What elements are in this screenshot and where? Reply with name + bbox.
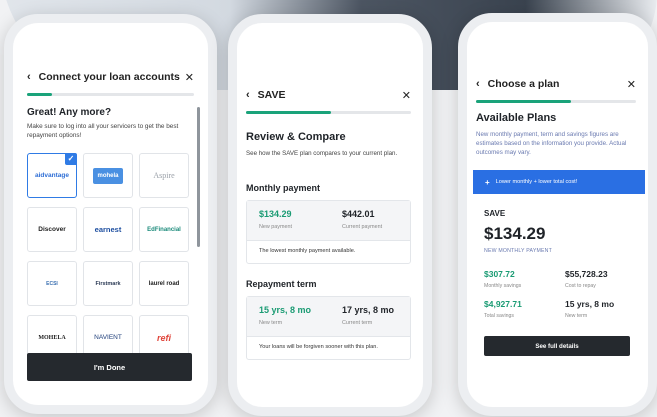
- servicer-discover[interactable]: Discover: [27, 207, 77, 252]
- total-savings-value: $4,927.71: [484, 299, 522, 309]
- servicer-grid: aidvantage ✓ mohela Aspire Discover earn…: [27, 153, 189, 360]
- phone-choose-plan: ‹ Choose a plan ✕ Available Plans New mo…: [458, 13, 657, 416]
- monthly-note: The lowest monthly payment available.: [259, 248, 356, 254]
- header: ‹ SAVE ✕: [246, 85, 411, 105]
- subtext: New monthly payment, term and savings fi…: [476, 131, 627, 156]
- current-term-label: Current term: [342, 320, 373, 326]
- page-title: Choose a plan: [487, 78, 560, 90]
- header: ‹ Choose a plan ✕: [476, 74, 636, 94]
- current-payment-value: $442.01: [342, 209, 375, 219]
- progress-track: [27, 93, 194, 96]
- new-term-label: New term: [259, 320, 283, 326]
- cost-to-repay-label: Cost to repay: [565, 283, 596, 289]
- new-payment-value: $134.29: [259, 209, 292, 219]
- repayment-term-card: 15 yrs, 8 mo New term 17 yrs, 8 mo Curre…: [246, 296, 411, 360]
- page-title: SAVE: [257, 89, 286, 101]
- monthly-savings-label: Monthly savings: [484, 283, 522, 289]
- total-savings-label: Total savings: [484, 313, 514, 319]
- servicer-edfinancial[interactable]: EdFinancial: [139, 207, 189, 252]
- progress-bar: [476, 100, 571, 103]
- back-icon[interactable]: ‹: [476, 78, 480, 90]
- servicer-earnest[interactable]: earnest: [83, 207, 133, 252]
- servicer-firstmark[interactable]: Firstmark: [83, 261, 133, 306]
- check-icon: ✓: [65, 153, 77, 165]
- progress-bar: [27, 93, 52, 96]
- monthly-savings-value: $307.72: [484, 269, 515, 279]
- heading: Available Plans: [476, 112, 557, 124]
- close-icon[interactable]: ✕: [185, 71, 194, 84]
- plan-name: SAVE: [484, 209, 506, 218]
- term-note: Your loans will be forgiven sooner with …: [259, 344, 378, 350]
- see-full-details-button[interactable]: See full details: [484, 336, 630, 356]
- servicer-aspire[interactable]: Aspire: [139, 153, 189, 198]
- progress-bar: [246, 111, 331, 114]
- back-icon[interactable]: ‹: [246, 89, 250, 101]
- subtext: Make sure to log into all your servicers…: [27, 123, 179, 139]
- cost-to-repay-value: $55,728.23: [565, 269, 608, 279]
- subtext: See how the SAVE plan compares to your c…: [246, 150, 398, 157]
- current-payment-label: Current payment: [342, 224, 383, 230]
- monthly-payment-title: Monthly payment: [246, 183, 321, 193]
- page-title: Connect your loan accounts: [38, 71, 180, 83]
- new-term-value: 15 yrs, 8 mo: [565, 299, 615, 309]
- heading: Review & Compare: [246, 131, 346, 143]
- servicer-aidvantage[interactable]: aidvantage ✓: [27, 153, 77, 198]
- plan-banner: + Lower monthly + lower total cost!: [473, 170, 645, 194]
- close-icon[interactable]: ✕: [627, 78, 636, 91]
- servicer-ecsi[interactable]: ECSI: [27, 261, 77, 306]
- repayment-term-title: Repayment term: [246, 279, 317, 289]
- phone-connect-accounts: ‹ Connect your loan accounts ✕ Great! An…: [4, 14, 217, 414]
- phone-review-compare: ‹ SAVE ✕ Review & Compare See how the SA…: [228, 14, 432, 416]
- plan-amount-caption: NEW MONTHLY PAYMENT: [484, 248, 552, 254]
- monthly-payment-card: $134.29 New payment $442.01 Current paym…: [246, 200, 411, 264]
- scrollbar[interactable]: [197, 107, 200, 247]
- close-icon[interactable]: ✕: [402, 89, 411, 102]
- new-term-value: 15 yrs, 8 mo: [259, 305, 312, 315]
- current-term-value: 17 yrs, 8 mo: [342, 305, 395, 315]
- header: ‹ Connect your loan accounts ✕: [27, 67, 194, 87]
- heading: Great! Any more?: [27, 107, 112, 118]
- plus-icon: +: [485, 177, 490, 187]
- done-button[interactable]: I'm Done: [27, 353, 192, 381]
- back-icon[interactable]: ‹: [27, 71, 31, 83]
- servicer-mohela[interactable]: mohela: [83, 153, 133, 198]
- servicer-laurel-road[interactable]: laurel road: [139, 261, 189, 306]
- new-term-label: New term: [565, 313, 588, 319]
- plan-amount: $134.29: [484, 224, 546, 243]
- new-payment-label: New payment: [259, 224, 292, 230]
